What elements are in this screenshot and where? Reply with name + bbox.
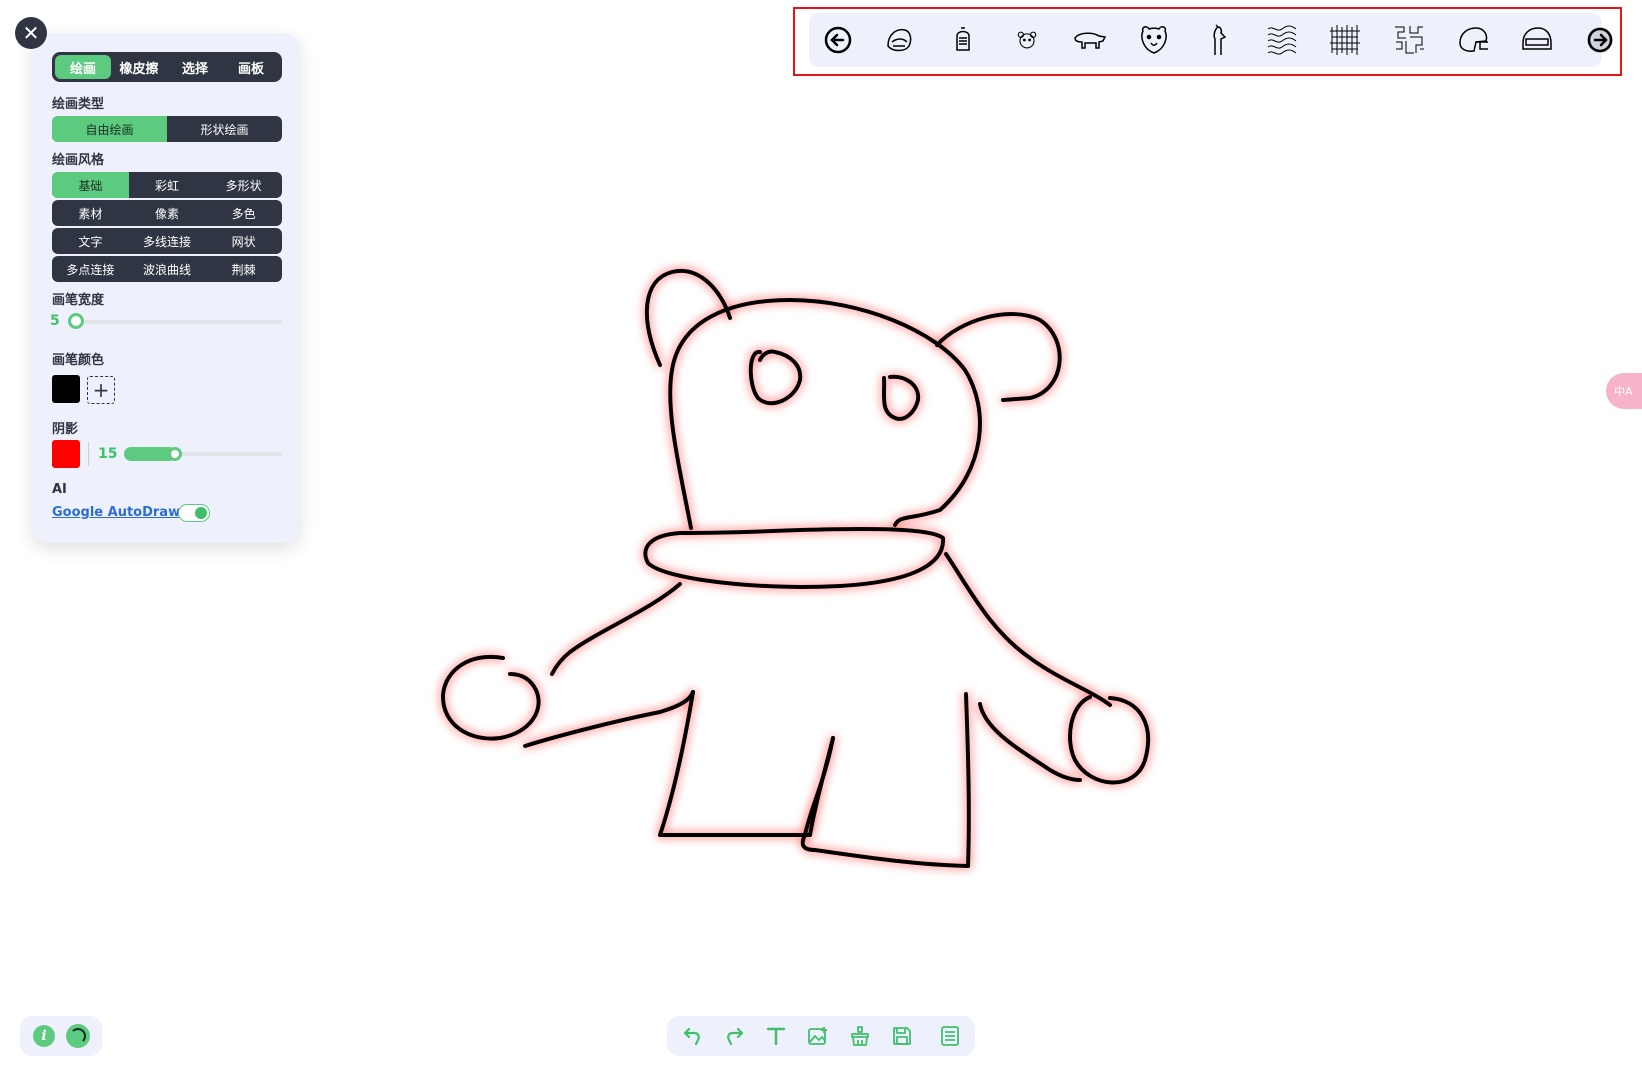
loading-indicator-icon (66, 1024, 90, 1048)
standing-bear-icon[interactable] (1201, 23, 1235, 57)
tab-select[interactable]: 选择 (167, 55, 223, 79)
style-multi-color[interactable]: 多色 (205, 200, 282, 226)
style-rainbow[interactable]: 彩虹 (129, 172, 206, 198)
info-button[interactable]: i (33, 1025, 55, 1047)
add-image-icon[interactable] (806, 1024, 830, 1048)
google-autodraw-link[interactable]: Google AutoDraw (52, 505, 180, 520)
mode-tabs: 绘画 橡皮擦 选择 画板 (52, 52, 282, 82)
draw-style-row-3: 文字 多线连接 网状 (52, 228, 282, 254)
tab-board[interactable]: 画板 (223, 55, 279, 79)
brush-color-label: 画笔颜色 (52, 353, 105, 368)
style-pixel[interactable]: 像素 (129, 200, 206, 226)
style-wave-curve[interactable]: 波浪曲线 (129, 256, 206, 282)
draw-type-label: 绘画类型 (52, 97, 105, 112)
bear-face-icon[interactable] (1010, 23, 1044, 57)
knight-helmet-icon[interactable] (882, 23, 916, 57)
shadow-divider (88, 442, 89, 466)
clear-icon[interactable] (848, 1024, 872, 1048)
draw-style-label: 绘画风格 (52, 153, 105, 168)
hatch-pattern-icon[interactable] (1328, 23, 1362, 57)
style-material[interactable]: 素材 (52, 200, 129, 226)
brush-color-swatch[interactable] (52, 375, 80, 403)
shadow-label: 阴影 (52, 422, 79, 437)
shadow-slider-knob[interactable] (168, 447, 182, 461)
armor-helmet-icon[interactable] (946, 23, 980, 57)
brush-width-slider[interactable] (72, 320, 282, 324)
style-multi-line[interactable]: 多线连接 (129, 228, 206, 254)
style-thorns[interactable]: 荆棘 (205, 256, 282, 282)
brush-width-value: 5 (50, 313, 60, 329)
maze-pattern-icon[interactable] (1392, 23, 1426, 57)
text-icon[interactable] (764, 1024, 788, 1048)
arrow-left-circle-icon[interactable] (821, 23, 855, 57)
option-shape-draw[interactable]: 形状绘画 (167, 116, 282, 142)
autodraw-toggle[interactable] (178, 504, 210, 522)
ai-label: AI (52, 482, 67, 497)
option-free-draw[interactable]: 自由绘画 (52, 116, 167, 142)
bear-head-icon[interactable] (1137, 23, 1171, 57)
shadow-color-swatch[interactable] (52, 440, 80, 468)
bear-sketch (440, 268, 1151, 868)
redo-icon[interactable] (722, 1024, 746, 1048)
racing-helmet-icon[interactable] (1520, 23, 1554, 57)
draw-style-row-1: 基础 彩虹 多形状 (52, 172, 282, 198)
close-panel-button[interactable]: ✕ (15, 17, 47, 49)
translate-tab[interactable]: 中A (1606, 373, 1642, 409)
brush-width-label: 画笔宽度 (52, 293, 105, 308)
style-multi-point[interactable]: 多点连接 (52, 256, 129, 282)
tab-draw[interactable]: 绘画 (55, 55, 111, 79)
scribble-pattern-icon[interactable] (1265, 23, 1299, 57)
draw-style-row-4: 多点连接 波浪曲线 荆棘 (52, 256, 282, 282)
draw-type-selector: 自由绘画 形状绘画 (52, 116, 282, 142)
shadow-value: 15 (98, 446, 118, 462)
arrow-right-circle-icon[interactable] (1583, 23, 1617, 57)
toggle-dot (195, 507, 207, 519)
polar-bear-icon[interactable] (1073, 23, 1107, 57)
style-mesh[interactable]: 网状 (205, 228, 282, 254)
style-text[interactable]: 文字 (52, 228, 129, 254)
undo-icon[interactable] (681, 1024, 705, 1048)
menu-icon[interactable] (938, 1024, 962, 1048)
draw-style-row-2: 素材 像素 多色 (52, 200, 282, 226)
brush-width-knob[interactable] (68, 313, 84, 329)
drawing-settings-panel: 绘画 橡皮擦 选择 画板 绘画类型 自由绘画 形状绘画 绘画风格 基础 彩虹 多… (32, 33, 300, 543)
tab-eraser[interactable]: 橡皮擦 (111, 55, 167, 79)
style-basic[interactable]: 基础 (52, 172, 129, 198)
add-color-button[interactable]: + (87, 376, 115, 404)
football-helmet-icon[interactable] (1456, 23, 1490, 57)
style-multi-shape[interactable]: 多形状 (205, 172, 282, 198)
save-icon[interactable] (890, 1024, 914, 1048)
